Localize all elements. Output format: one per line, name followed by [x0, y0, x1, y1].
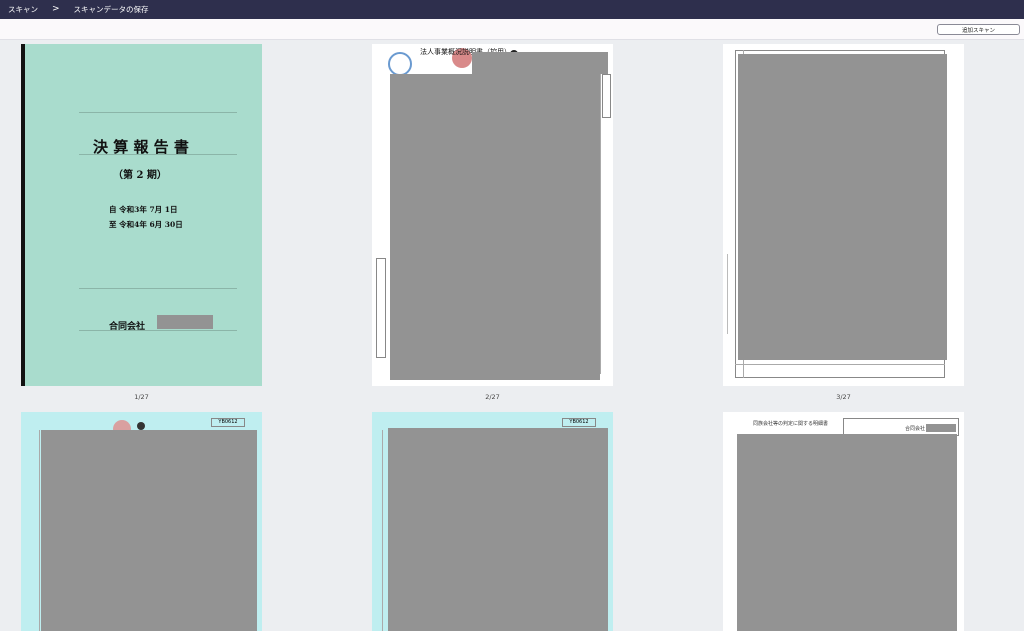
- page-thumbnail-4[interactable]: YB0612: [21, 412, 262, 631]
- form-line: [39, 430, 40, 631]
- redaction-block: [390, 74, 600, 380]
- toolbar: [0, 19, 1024, 40]
- page-thumbnail-2[interactable]: 法人事業概況説明書（控用）: [372, 44, 613, 386]
- form-line: [600, 74, 601, 374]
- page-label-1: 1/27: [134, 393, 149, 401]
- mark-icon: [137, 422, 145, 430]
- page-thumbnail-5[interactable]: YB0612: [372, 412, 613, 631]
- form-header: 同族会社等の判定に関する明細書: [753, 421, 829, 427]
- rule-line: [79, 288, 237, 289]
- period-to: 至 令和4年 6月 30日: [109, 220, 183, 229]
- rule-line: [79, 154, 237, 155]
- form-line: [727, 254, 728, 334]
- side-note: [376, 258, 386, 358]
- form-line: [382, 430, 383, 631]
- page-label-2: 2/27: [485, 393, 500, 401]
- side-note: [602, 74, 611, 118]
- top-bar: スキャン > スキャンデータの保存: [0, 0, 1024, 19]
- doc-period: （第 2 期）: [113, 170, 167, 181]
- form-code: YB0612: [562, 418, 596, 427]
- redaction-block: [738, 54, 947, 360]
- form-code: YB0612: [211, 418, 245, 427]
- page-label-3: 3/27: [836, 393, 851, 401]
- redaction-block: [926, 424, 956, 432]
- page-thumbnail-3[interactable]: [723, 44, 964, 386]
- rule-line: [79, 330, 237, 331]
- seal-stamp-icon: [388, 52, 412, 76]
- add-scan-button[interactable]: 追加スキャン: [937, 24, 1020, 35]
- chevron-right-icon: >: [52, 4, 60, 14]
- page-thumbnail-1[interactable]: 決 算 報 告 書 （第 2 期） 自 令和3年 7月 1日 至 令和4年 6月…: [21, 44, 262, 386]
- form-line: [735, 364, 945, 365]
- redaction-block: [737, 434, 957, 631]
- company-text: 合同会社: [905, 426, 926, 432]
- binding-edge: [21, 44, 25, 386]
- redaction-block: [388, 428, 608, 631]
- rule-line: [79, 112, 237, 113]
- redaction-block: [472, 52, 608, 74]
- period-from: 自 令和3年 7月 1日: [109, 205, 178, 214]
- breadcrumb-scan[interactable]: スキャン: [8, 4, 38, 15]
- redaction-block: [41, 430, 257, 631]
- breadcrumb-current: スキャンデータの保存: [73, 5, 149, 14]
- page-thumbnail-6[interactable]: 同族会社等の判定に関する明細書 合同会社: [723, 412, 964, 631]
- redaction-block: [157, 315, 213, 329]
